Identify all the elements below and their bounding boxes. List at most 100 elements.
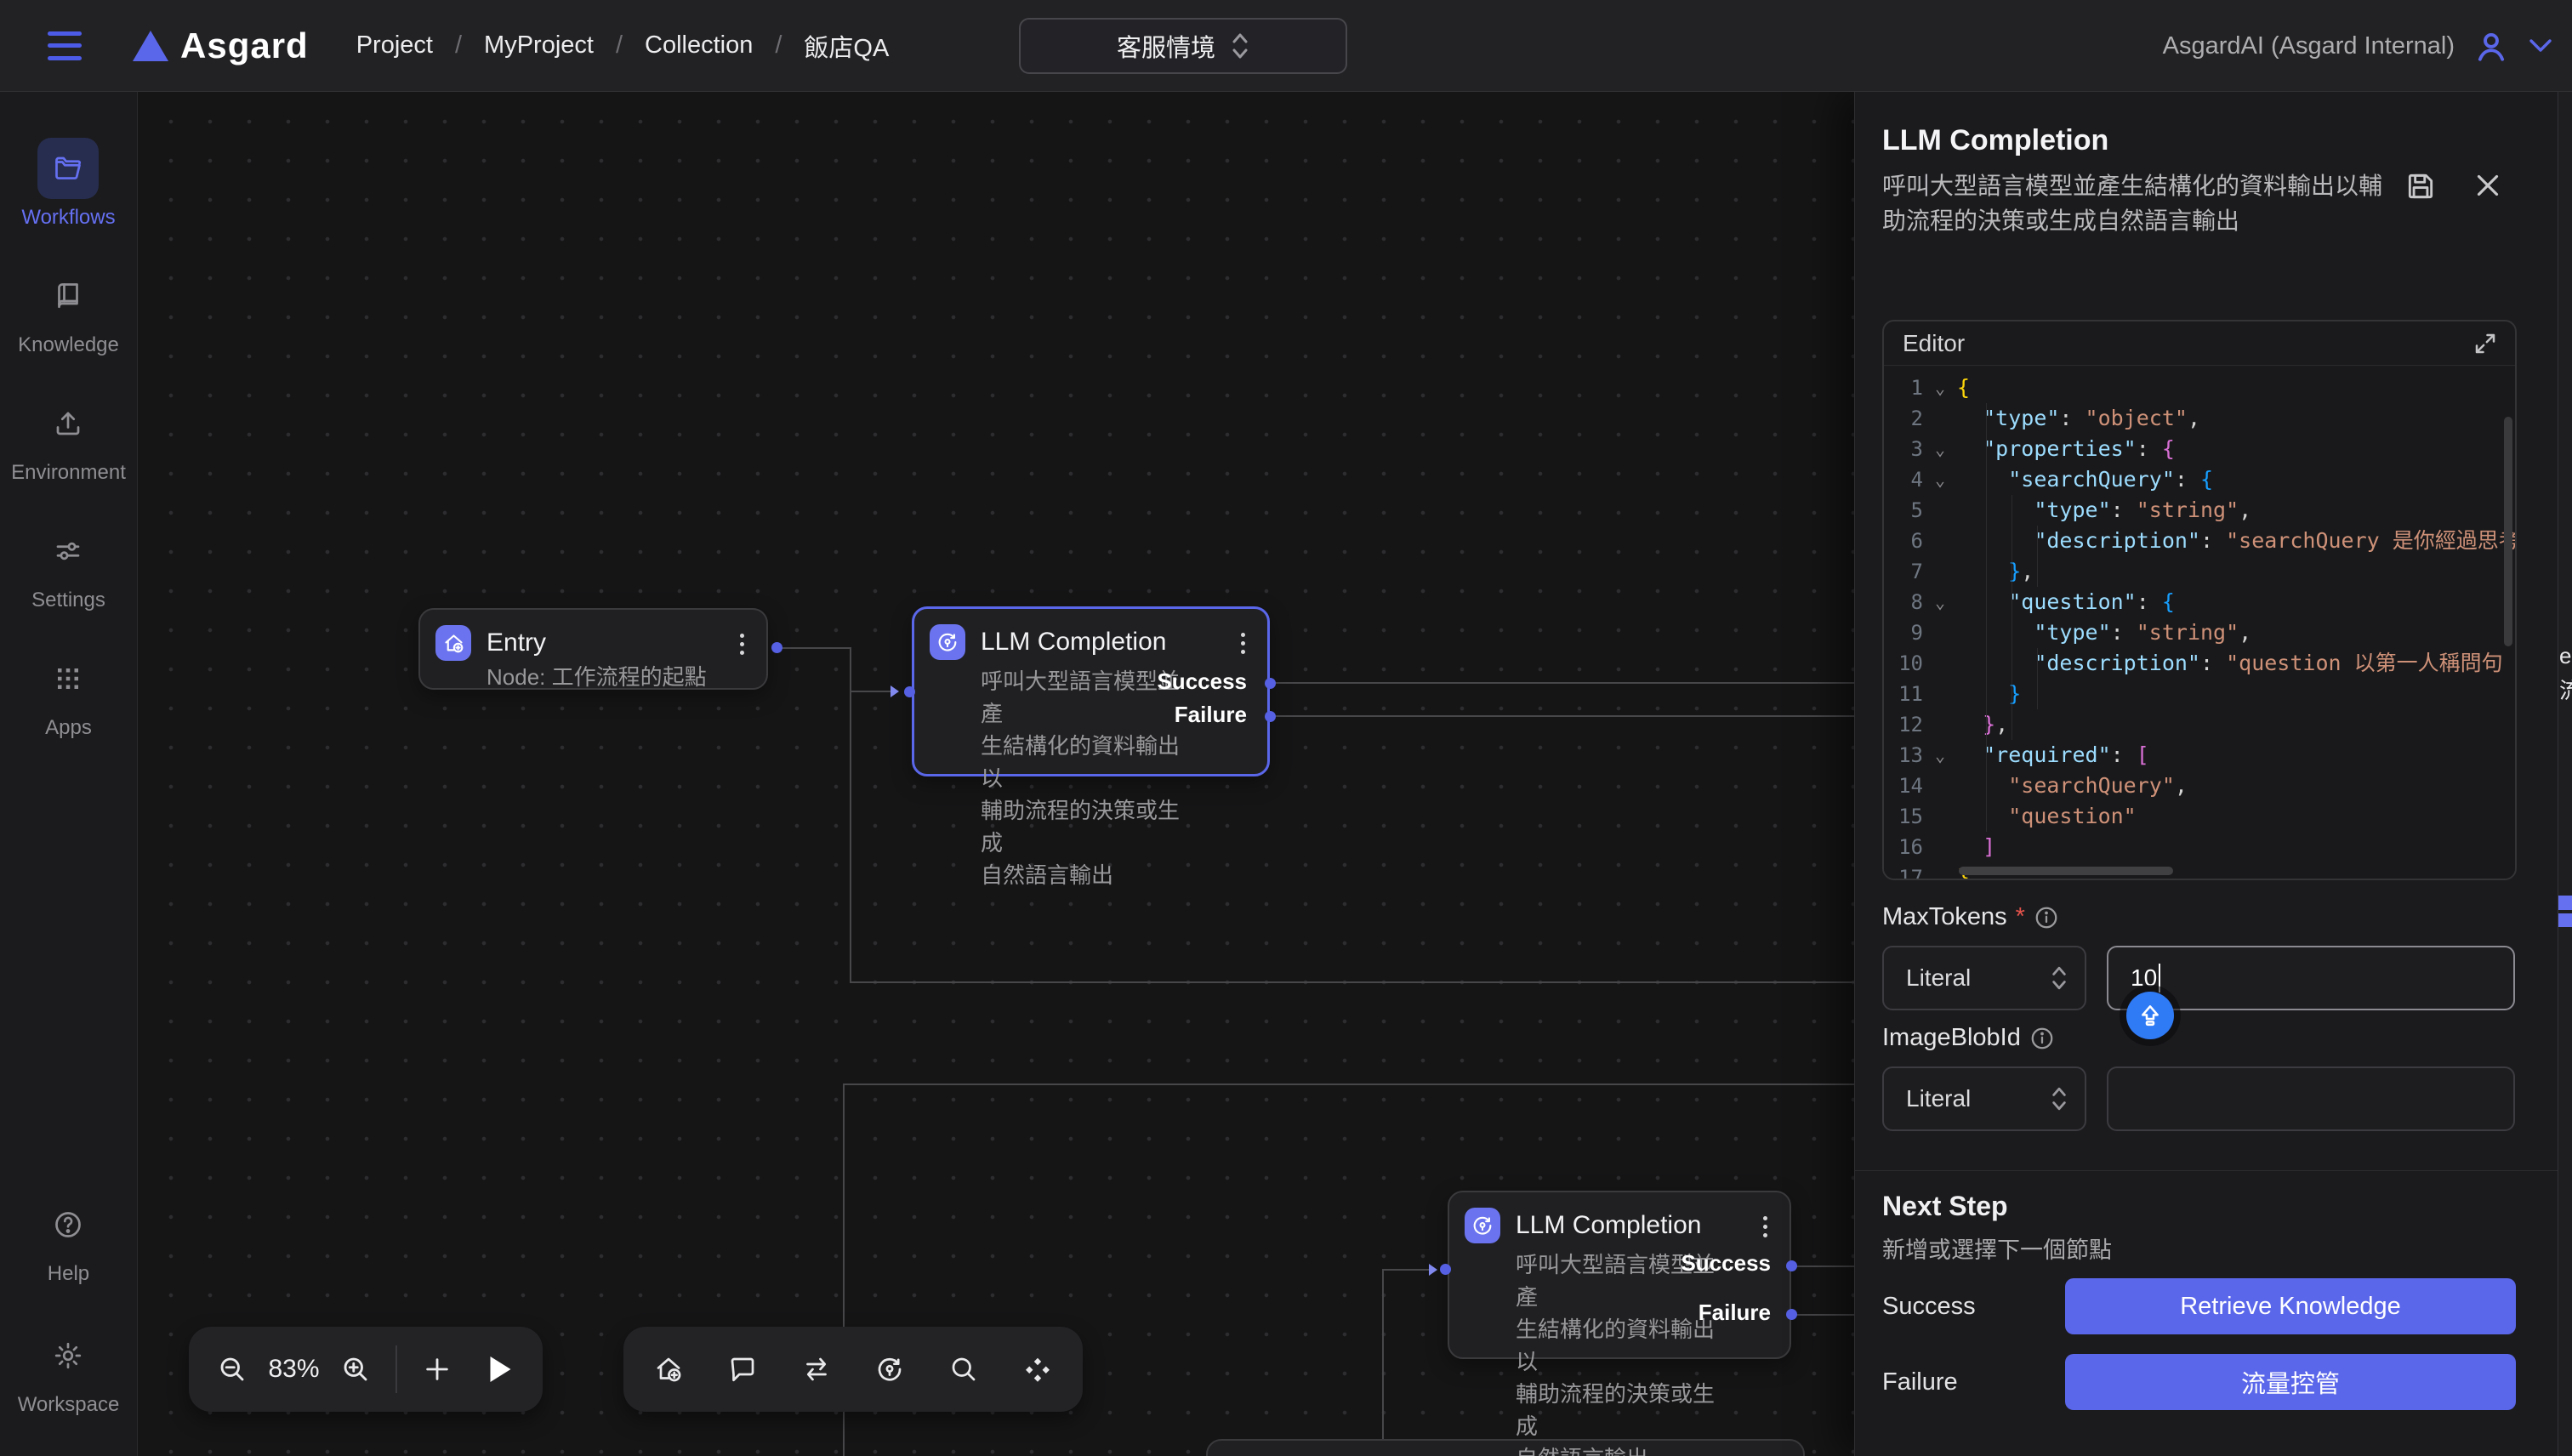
editor-vertical-scrollbar[interactable] [2504, 417, 2512, 646]
sidebar-item-workflows[interactable]: Workflows [11, 138, 126, 230]
fold-chevron-icon[interactable]: ⌄ [1923, 740, 1957, 771]
code-line: 4⌄ "searchQuery": { [1884, 464, 2515, 495]
image-blob-id-mode-select[interactable]: Literal [1882, 1066, 2086, 1131]
max-tokens-label: MaxTokens * [1882, 903, 2059, 931]
edge-llm1-success [1270, 682, 1854, 684]
fold-spacer [1923, 679, 1957, 709]
grid-icon [37, 648, 99, 709]
nodes-tool-button[interactable] [1006, 1327, 1069, 1412]
image-blob-id-input[interactable] [2107, 1066, 2515, 1131]
fold-chevron-icon[interactable]: ⌄ [1923, 464, 1957, 495]
account-menu[interactable]: AsgardAI (Asgard Internal) [2163, 0, 2553, 92]
edge-lower-horizontal-2 [844, 1083, 1854, 1085]
editor-horizontal-scrollbar[interactable] [1959, 867, 2173, 875]
line-number: 15 [1884, 801, 1923, 832]
run-workflow-button[interactable] [468, 1327, 530, 1412]
info-icon[interactable] [2034, 905, 2059, 930]
code-line: 1⌄{ [1884, 373, 2515, 403]
hidden-node-blue-bar [2558, 896, 2572, 910]
fold-spacer [1923, 801, 1957, 832]
breadcrumb-item[interactable]: MyProject [484, 31, 594, 60]
llm2-success-label: Success [1681, 1250, 1771, 1277]
brand-title: Asgard [180, 26, 309, 66]
schema-editor[interactable]: Editor 1⌄{2 "type": "object",3⌄ "propert… [1882, 320, 2517, 880]
hidden-node-sliver: e 流 [2558, 92, 2572, 1456]
node-entry[interactable]: Entry Node: 工作流程的起點 [418, 608, 768, 690]
failure-next-node-button[interactable]: 流量控管 [2065, 1354, 2516, 1410]
fold-spacer [1923, 771, 1957, 801]
entry-node-subtitle: Node: 工作流程的起點 [487, 660, 749, 691]
code-line: 12 }, [1884, 709, 2515, 740]
edge-llm1-failure [1270, 715, 1854, 717]
search-tool-button[interactable] [932, 1327, 995, 1412]
close-icon[interactable] [2472, 170, 2503, 201]
breadcrumb-separator: / [775, 31, 782, 60]
sidebar-item-label: Settings [31, 589, 105, 612]
next-step-title: Next Step [1882, 1191, 2008, 1222]
info-icon[interactable] [2029, 1026, 2055, 1051]
save-icon[interactable] [2404, 170, 2437, 202]
sidebar-item-settings[interactable]: Settings [11, 520, 126, 612]
fold-chevron-icon[interactable]: ⌄ [1923, 587, 1957, 617]
port-entry-output[interactable] [771, 642, 782, 653]
home-plus-tool-button[interactable] [637, 1327, 700, 1412]
sidebar-item-knowledge[interactable]: Knowledge [11, 265, 126, 357]
sidebar-item-workspace[interactable]: Workspace [18, 1325, 120, 1417]
book-icon [37, 265, 99, 327]
hamburger-menu-icon[interactable] [48, 31, 82, 60]
swap-tool-button[interactable] [785, 1327, 848, 1412]
node-llm-completion-2[interactable]: LLM Completion 呼叫大型語言模型並產 生結構化的資料輸出以 輔助流… [1448, 1191, 1791, 1359]
sidebar-bottom-items: Help Workspace [18, 1194, 120, 1456]
panel-description: 呼叫大型語言模型並產生結構化的資料輸出以輔助流程的決策或生成自然語言輸出 [1882, 168, 2401, 238]
environment-selector[interactable]: 客服情境 [1019, 18, 1347, 74]
section-divider [1855, 1170, 2572, 1171]
llm1-success-label: Success [1157, 668, 1247, 695]
port-llm2-failure[interactable] [1786, 1309, 1797, 1320]
add-node-button[interactable] [406, 1327, 468, 1412]
zoom-in-button[interactable] [325, 1327, 387, 1412]
llm-node-menu-icon[interactable] [1236, 624, 1250, 663]
sidebar-item-environment[interactable]: Environment [11, 393, 126, 485]
breadcrumb-separator: / [455, 31, 462, 60]
entry-node-menu-icon[interactable] [735, 625, 749, 663]
comment-tool-button[interactable] [711, 1327, 774, 1412]
zoom-out-button[interactable] [201, 1327, 263, 1412]
sidebar-item-help[interactable]: Help [37, 1194, 99, 1286]
code-editor-area[interactable]: 1⌄{2 "type": "object",3⌄ "properties": {… [1884, 367, 2515, 879]
edge-llm2-success [1791, 1265, 1854, 1267]
gear-icon [37, 1325, 99, 1386]
llm-node-menu-icon[interactable] [1758, 1208, 1773, 1246]
edge-entry-out [777, 647, 851, 649]
sidebar-item-label: Apps [45, 716, 92, 740]
editor-title: Editor [1903, 330, 1965, 357]
hidden-node-fragment: e [2559, 643, 2571, 669]
sidebar-item-apps[interactable]: Apps [11, 648, 126, 740]
fold-chevron-icon[interactable]: ⌄ [1923, 434, 1957, 464]
port-llm2-success[interactable] [1786, 1260, 1797, 1271]
expand-icon[interactable] [2472, 331, 2498, 356]
zoom-level-value: 83% [263, 1355, 324, 1384]
success-next-node-button[interactable]: Retrieve Knowledge [2065, 1278, 2516, 1334]
node-llm-completion-1[interactable]: LLM Completion 呼叫大型語言模型並產 生結構化的資料輸出以 輔助流… [912, 606, 1270, 776]
breadcrumb-item[interactable]: Project [356, 31, 433, 60]
line-number: 8 [1884, 587, 1923, 617]
fold-spacer [1923, 495, 1957, 526]
hidden-node-fragment: 流 [2559, 674, 2572, 705]
port-llm1-failure[interactable] [1265, 711, 1276, 722]
max-tokens-mode-select[interactable]: Literal [1882, 946, 2086, 1010]
edge-llm2-failure [1791, 1314, 1854, 1316]
indent-guide [2037, 526, 2038, 587]
line-number: 2 [1884, 403, 1923, 434]
llm-orbit-tool-button[interactable] [858, 1327, 921, 1412]
fold-spacer [1923, 709, 1957, 740]
fold-chevron-icon[interactable]: ⌄ [1923, 373, 1957, 403]
port-llm1-success[interactable] [1265, 678, 1276, 689]
breadcrumb-item[interactable]: Collection [645, 31, 753, 60]
indent-guide [1986, 403, 1987, 832]
port-llm1-input[interactable] [904, 686, 915, 697]
port-llm2-input[interactable] [1440, 1264, 1451, 1275]
code-line: 13⌄ "required": [ [1884, 740, 2515, 771]
breadcrumb-item[interactable]: 飯店QA [804, 28, 889, 64]
chevron-down-icon [2528, 37, 2553, 54]
sidebar-item-label: Workspace [18, 1393, 120, 1417]
